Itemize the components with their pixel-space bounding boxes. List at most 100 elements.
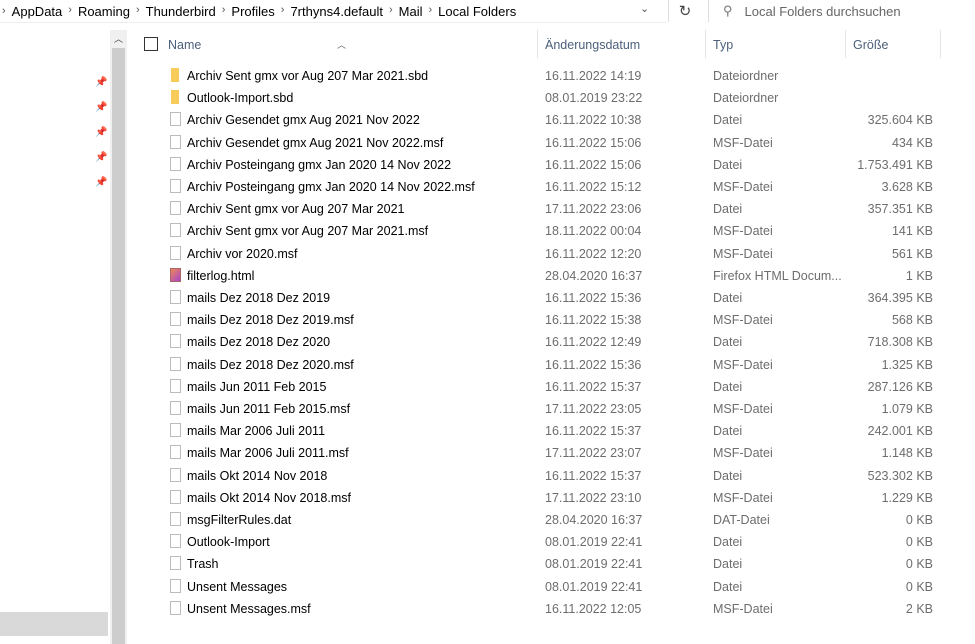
file-size: 523.302 KB bbox=[867, 468, 933, 483]
file-row[interactable]: mails Dez 2018 Dez 2019 16.11.2022 15:36 D… bbox=[127, 287, 947, 309]
file-date: 16.11.2022 15:36 bbox=[545, 357, 642, 372]
file-row[interactable]: mails Mar 2006 Juli 2011.msf 17.11.2022 2… bbox=[127, 442, 947, 464]
file-row[interactable]: Archiv Sent gmx vor Aug 207 Mar 2021 17.1… bbox=[127, 198, 947, 220]
file-name: mails Mar 2006 Juli 2011.msf bbox=[187, 446, 349, 461]
file-name: Archiv Sent gmx vor Aug 207 Mar 2021.msf bbox=[187, 224, 429, 239]
file-row[interactable]: mails Jun 2011 Feb 2015 16.11.2022 15:37 D… bbox=[127, 376, 947, 398]
pin-icon[interactable]: 📌 bbox=[95, 127, 107, 138]
file-name: mails Okt 2014 Nov 2018.msf bbox=[187, 490, 351, 505]
breadcrumb-item[interactable]: Mail bbox=[399, 4, 423, 19]
file-size: 325.604 KB bbox=[867, 113, 933, 128]
file-icon bbox=[170, 290, 181, 304]
file-row[interactable]: Outlook-Import.sbd 08.01.2019 23:22 Dateio… bbox=[127, 87, 947, 109]
file-size: 1.079 KB bbox=[881, 402, 933, 416]
file-type: Datei bbox=[713, 468, 743, 483]
file-row[interactable]: Archiv Sent gmx vor Aug 207 Mar 2021.msf… bbox=[127, 220, 947, 242]
chevron-right-icon: › bbox=[135, 3, 140, 16]
file-name: Outlook-Import.sbd bbox=[187, 91, 294, 106]
chevron-right-icon: › bbox=[428, 3, 433, 16]
nav-selected-item[interactable] bbox=[0, 612, 108, 636]
file-icon bbox=[170, 578, 181, 593]
scroll-up-icon[interactable]: ︿ bbox=[114, 32, 123, 45]
file-row[interactable]: Archiv Sent gmx vor Aug 207 Mar 2021.sbd… bbox=[127, 65, 947, 87]
breadcrumb-item[interactable]: Local Folders bbox=[438, 4, 516, 19]
file-row[interactable]: Unsent Messages.msf 16.11.2022 12:05 MSF-D… bbox=[127, 598, 947, 620]
search-placeholder: Local Folders durchsuchen bbox=[744, 3, 901, 19]
file-type: Datei bbox=[713, 335, 743, 350]
search-input[interactable]: ⚲ Local Folders durchsuchen bbox=[708, 0, 975, 22]
file-row[interactable]: Outlook-Import 08.01.2019 22:41 Datei 0 KB bbox=[127, 531, 947, 553]
file-row[interactable]: Archiv Gesendet gmx Aug 2021 Nov 2022.ms… bbox=[127, 132, 947, 154]
file-icon bbox=[170, 467, 181, 482]
file-type: Datei bbox=[713, 579, 743, 594]
file-row[interactable]: Trash 08.01.2019 22:41 Datei 0 KB bbox=[127, 553, 947, 575]
file-row[interactable]: mails Okt 2014 Nov 2018 16.11.2022 15:37 D… bbox=[127, 465, 947, 487]
scrollbar-thumb[interactable] bbox=[112, 48, 125, 644]
breadcrumb-item[interactable]: AppData bbox=[12, 4, 63, 19]
chevron-right-icon: › bbox=[2, 5, 6, 17]
file-icon bbox=[170, 445, 181, 460]
file-size: 364.395 KB bbox=[867, 291, 933, 305]
file-date: 16.11.2022 15:36 bbox=[545, 291, 642, 305]
file-row[interactable]: Archiv vor 2020.msf 16.11.2022 12:20 MSF-D… bbox=[127, 243, 947, 265]
refresh-button[interactable]: ↻ bbox=[668, 0, 701, 22]
folder-icon bbox=[171, 68, 179, 82]
file-name: mails Jun 2011 Feb 2015.msf bbox=[187, 402, 351, 416]
column-date[interactable]: Änderungsdatum bbox=[545, 38, 640, 52]
pin-icon[interactable]: 📌 bbox=[95, 152, 107, 163]
file-row[interactable]: msgFilterRules.dat 28.04.2020 16:37 DAT-Da… bbox=[127, 509, 947, 531]
file-row[interactable]: mails Mar 2006 Juli 2011 16.11.2022 15:37… bbox=[127, 420, 947, 442]
pin-icon[interactable]: 📌 bbox=[95, 177, 107, 188]
breadcrumb-item[interactable]: 7rthyns4.default bbox=[290, 4, 383, 19]
file-size: 0 KB bbox=[905, 557, 933, 572]
breadcrumb-item[interactable]: Thunderbird bbox=[146, 4, 216, 19]
file-row[interactable]: Unsent Messages 08.01.2019 22:41 Datei 0 KB bbox=[127, 576, 947, 598]
chevron-down-icon[interactable]: ⌄ bbox=[640, 2, 649, 15]
file-row[interactable]: mails Dez 2018 Dez 2019.msf 16.11.2022 15… bbox=[127, 309, 947, 331]
address-bar[interactable]: › AppData › Roaming › Thunderbird › Profiles › 7… bbox=[0, 0, 666, 23]
select-all-checkbox[interactable] bbox=[144, 37, 158, 51]
sort-up-icon: ︿ bbox=[337, 40, 347, 50]
file-date: 16.11.2022 15:06 bbox=[545, 135, 642, 150]
file-type: Datei bbox=[713, 291, 743, 305]
column-name[interactable]: Name bbox=[168, 38, 201, 52]
column-size[interactable]: Größe bbox=[853, 38, 888, 52]
file-type: Datei bbox=[713, 557, 743, 572]
column-divider[interactable] bbox=[940, 30, 941, 58]
chevron-right-icon: › bbox=[221, 3, 226, 16]
file-size: 561 KB bbox=[891, 246, 933, 261]
breadcrumb-item[interactable]: Roaming bbox=[78, 4, 130, 19]
file-name: mails Dez 2018 Dez 2020.msf bbox=[187, 357, 354, 372]
file-row[interactable]: Archiv Gesendet gmx Aug 2021 Nov 2022 16.… bbox=[127, 109, 947, 131]
pin-icon[interactable]: 📌 bbox=[95, 102, 107, 113]
file-row[interactable]: mails Dez 2018 Dez 2020.msf 16.11.2022 15… bbox=[127, 354, 947, 376]
file-row[interactable]: mails Okt 2014 Nov 2018.msf 17.11.2022 23… bbox=[127, 487, 947, 509]
file-row[interactable]: mails Dez 2018 Dez 2020 16.11.2022 12:49 D… bbox=[127, 331, 947, 353]
file-date: 08.01.2019 22:41 bbox=[545, 579, 643, 594]
file-icon bbox=[170, 356, 181, 371]
nav-scrollbar[interactable]: ︿ bbox=[110, 30, 127, 644]
file-row[interactable]: mails Jun 2011 Feb 2015.msf 17.11.2022 23… bbox=[127, 398, 947, 420]
file-name: mails Dez 2018 Dez 2020 bbox=[187, 335, 331, 350]
file-date: 16.11.2022 14:19 bbox=[545, 69, 642, 83]
file-row[interactable]: Archiv Posteingang gmx Jan 2020 14 Nov 2… bbox=[127, 176, 947, 198]
file-name: Unsent Messages.msf bbox=[187, 601, 311, 616]
file-icon bbox=[170, 156, 181, 171]
breadcrumb-item[interactable]: Profiles bbox=[231, 4, 274, 19]
column-divider[interactable] bbox=[845, 30, 846, 58]
file-icon bbox=[170, 312, 181, 327]
file-date: 16.11.2022 15:06 bbox=[545, 157, 642, 172]
file-name: Trash bbox=[187, 557, 219, 572]
file-date: 16.11.2022 15:12 bbox=[545, 180, 642, 194]
file-icon bbox=[170, 112, 181, 127]
column-divider[interactable] bbox=[705, 30, 706, 58]
file-type: Datei bbox=[713, 424, 743, 439]
column-divider[interactable] bbox=[537, 30, 538, 58]
file-icon bbox=[170, 223, 181, 238]
html-file-icon bbox=[170, 267, 181, 282]
column-type[interactable]: Typ bbox=[713, 38, 733, 52]
pin-icon[interactable]: 📌 bbox=[95, 77, 107, 88]
file-size: 287.126 KB bbox=[867, 379, 933, 394]
file-row[interactable]: filterlog.html 28.04.2020 16:37 Firefox HT… bbox=[127, 265, 947, 287]
file-row[interactable]: Archiv Posteingang gmx Jan 2020 14 Nov 2… bbox=[127, 154, 947, 176]
